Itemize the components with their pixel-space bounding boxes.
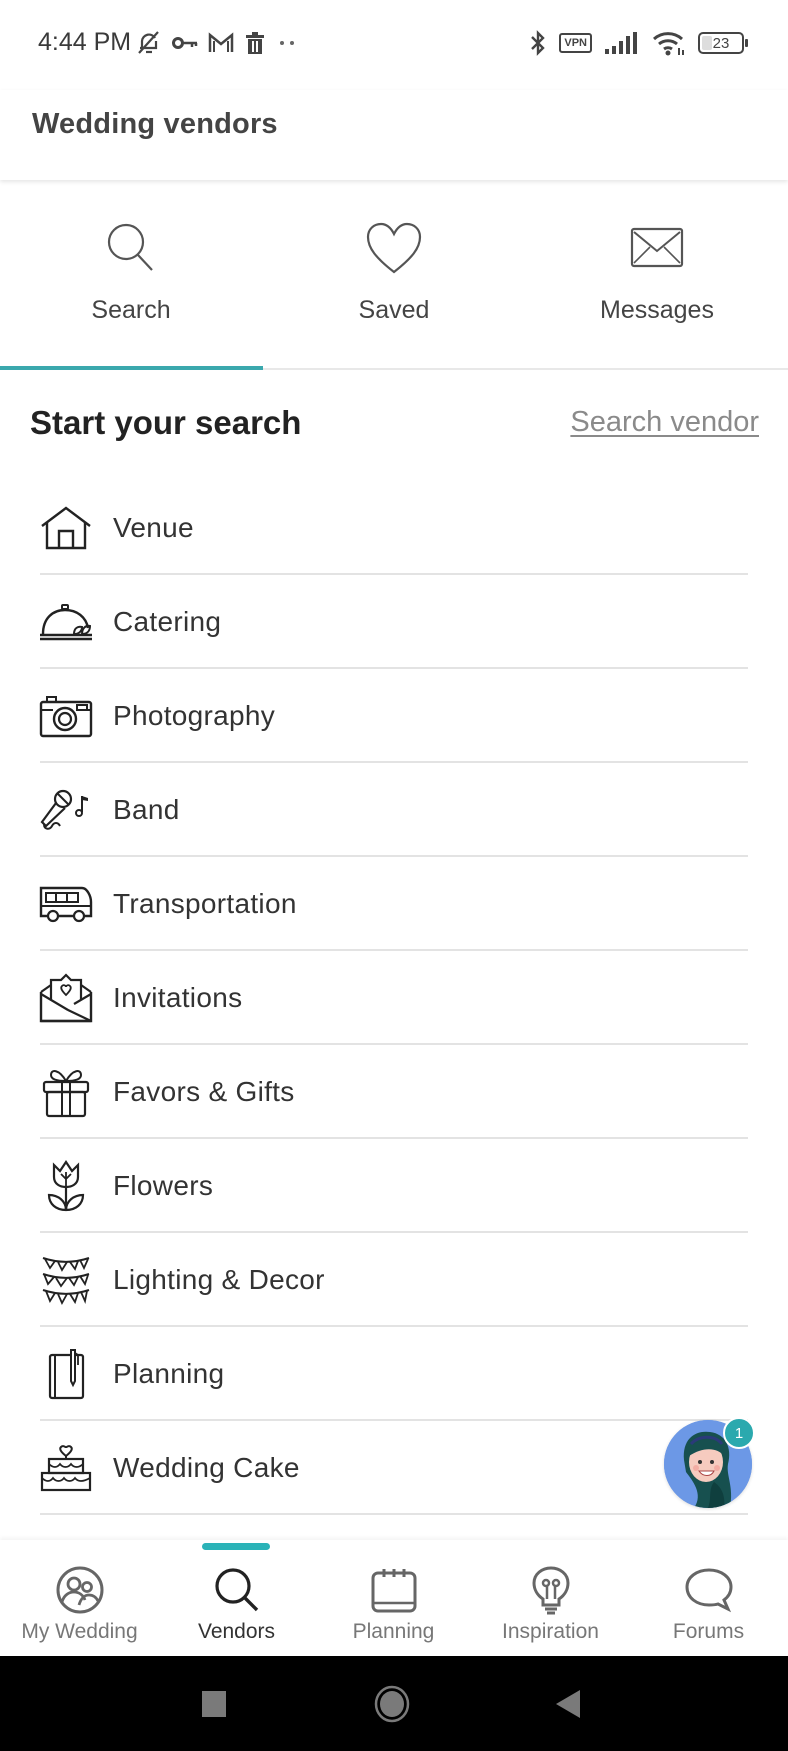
back-button[interactable] [550, 1656, 586, 1751]
vendor-item-flowers[interactable]: Flowers [0, 1139, 788, 1233]
nav-label: Vendors [197, 1620, 276, 1643]
home-circle-icon [374, 1685, 410, 1722]
wifi-icon [652, 30, 686, 56]
status-bar: 4:44 PM VPN 23 [0, 0, 788, 90]
camera-icon [38, 691, 94, 741]
section-title: Start your search [30, 404, 302, 441]
page-title: Wedding vendors [32, 108, 278, 140]
battery-level: 23 [712, 34, 730, 52]
nav-label: Inspiration [502, 1620, 599, 1643]
recents-button[interactable] [196, 1656, 232, 1751]
calendar-icon [370, 1564, 418, 1616]
tab-saved[interactable]: Saved [263, 182, 525, 368]
vendor-category-list: Venue Catering Photography Band Transpor… [0, 481, 788, 1515]
vendor-label: Favors & Gifts [113, 1076, 295, 1107]
notification-badge: 1 [723, 1417, 755, 1449]
nav-label: Planning [352, 1620, 435, 1643]
gmail-icon [208, 32, 234, 54]
invitation-envelope-icon [38, 973, 94, 1023]
system-navigation-bar [0, 1656, 788, 1751]
lightbulb-icon [531, 1564, 571, 1616]
heart-icon [364, 218, 424, 278]
vendor-item-invitations[interactable]: Invitations [0, 951, 788, 1045]
status-time: 4:44 PM [38, 28, 132, 56]
vendor-label: Invitations [113, 982, 243, 1013]
vendor-label: Catering [113, 606, 222, 637]
key-icon [172, 35, 198, 51]
vendor-label: Lighting & Decor [113, 1264, 325, 1295]
app-header: Wedding vendors [0, 90, 788, 180]
vendor-item-band[interactable]: Band [0, 763, 788, 857]
signal-icon [604, 31, 640, 55]
nav-label: Forums [672, 1620, 745, 1643]
vendor-item-photography[interactable]: Photography [0, 669, 788, 763]
bunting-icon [38, 1255, 94, 1306]
bus-icon [38, 879, 94, 929]
bell-muted-icon [136, 29, 162, 57]
vendor-label: Venue [113, 512, 194, 543]
battery-icon: 23 [698, 32, 748, 54]
tab-messages[interactable]: Messages [526, 182, 788, 368]
vendor-item-transportation[interactable]: Transportation [0, 857, 788, 951]
nav-forums[interactable]: Forums [630, 1564, 787, 1644]
vendor-item-lighting-decor[interactable]: Lighting & Decor [0, 1233, 788, 1327]
recents-square-icon [202, 1690, 226, 1717]
tab-bar: Search Saved Messages [0, 182, 788, 370]
back-triangle-icon [556, 1689, 580, 1718]
cloche-icon [38, 597, 94, 647]
vendor-label: Band [113, 794, 180, 825]
vendor-label: Transportation [113, 888, 297, 919]
speech-bubble-icon [684, 1564, 734, 1616]
trash-icon [244, 31, 266, 55]
vendor-item-planning[interactable]: Planning [0, 1327, 788, 1421]
search-icon [212, 1564, 262, 1616]
couple-icon [55, 1564, 105, 1616]
notebook-pen-icon [38, 1349, 94, 1400]
vendor-label: Wedding Cake [113, 1452, 300, 1483]
more-dots-icon [276, 38, 298, 48]
vendor-item-favors-gifts[interactable]: Favors & Gifts [0, 1045, 788, 1139]
divider [40, 1513, 748, 1515]
active-tab-indicator [0, 366, 263, 370]
nav-inspiration[interactable]: Inspiration [472, 1564, 629, 1644]
vendor-item-venue[interactable]: Venue [0, 481, 788, 575]
cake-icon [38, 1443, 94, 1493]
tab-label: Saved [358, 296, 430, 324]
vendor-label: Photography [113, 700, 276, 731]
nav-label: My Wedding [21, 1620, 138, 1643]
gift-icon [38, 1067, 94, 1118]
vendor-label: Planning [113, 1358, 225, 1389]
tab-search[interactable]: Search [0, 182, 262, 368]
search-icon [101, 218, 161, 278]
active-nav-indicator [202, 1543, 270, 1550]
home-button[interactable] [372, 1656, 412, 1751]
tab-label: Search [91, 296, 171, 324]
nav-planning[interactable]: Planning [315, 1564, 472, 1644]
microphone-icon [38, 785, 94, 835]
vendor-label: Flowers [113, 1170, 214, 1201]
envelope-icon [630, 218, 684, 278]
nav-vendors[interactable]: Vendors [158, 1564, 315, 1644]
house-icon [38, 503, 94, 553]
tab-label: Messages [600, 296, 714, 324]
bluetooth-icon [529, 29, 547, 57]
tulip-icon [38, 1160, 94, 1212]
bottom-navigation: My Wedding Vendors Planning Inspiration … [0, 1540, 788, 1656]
search-vendor-link[interactable]: Search vendor [570, 406, 759, 439]
nav-my-wedding[interactable]: My Wedding [1, 1564, 158, 1644]
vpn-icon: VPN [559, 33, 592, 53]
vendor-item-catering[interactable]: Catering [0, 575, 788, 669]
